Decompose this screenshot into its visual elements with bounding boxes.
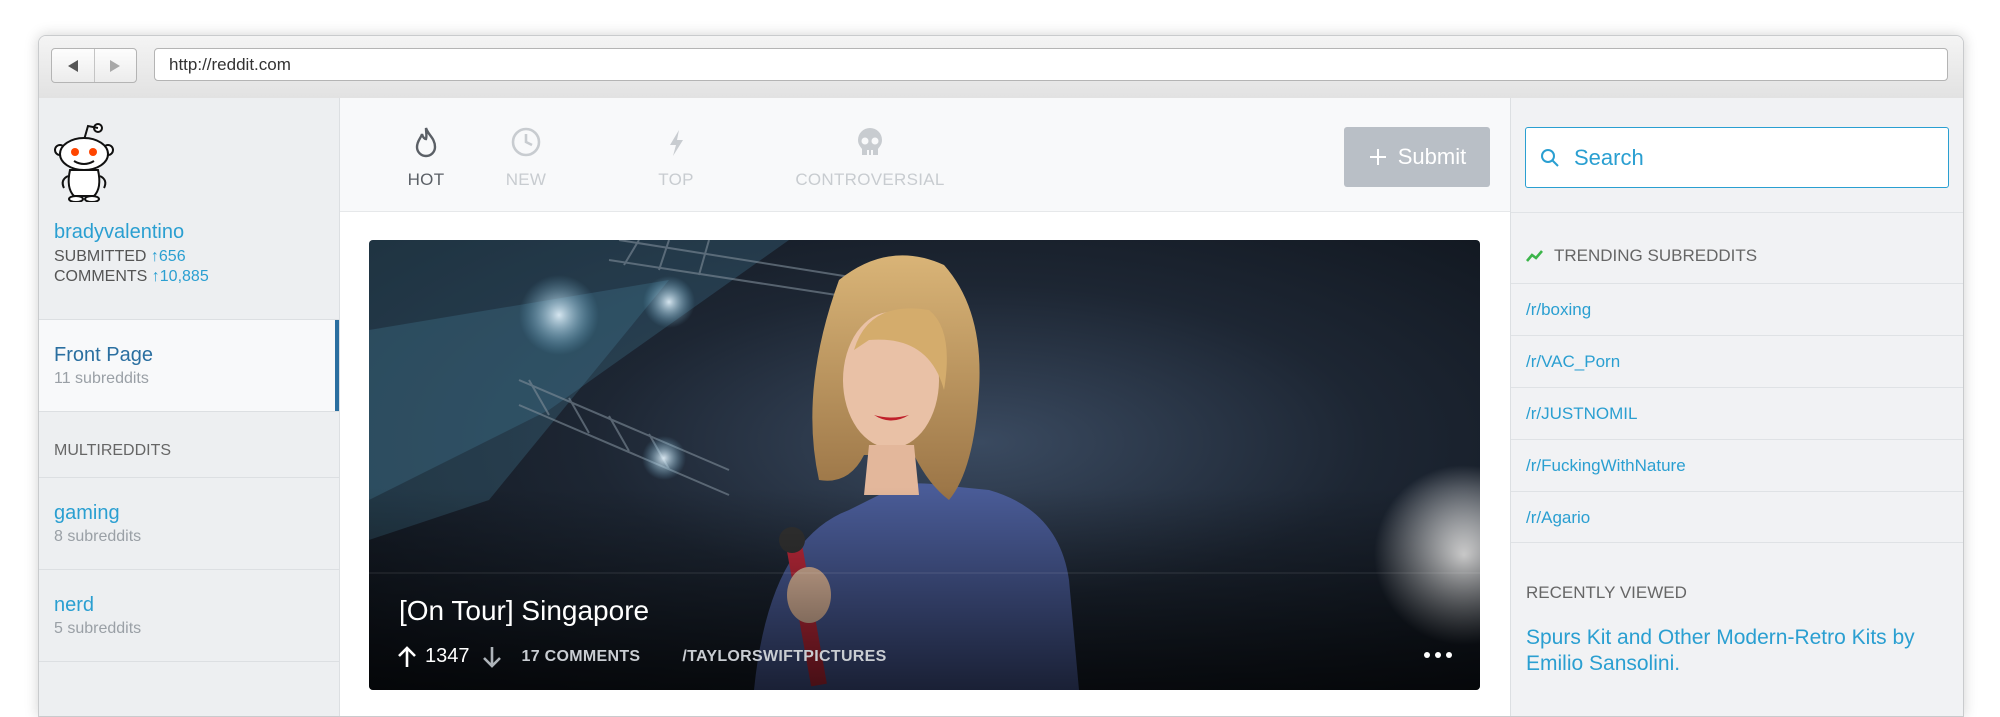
multireddits-heading: MULTIREDDITS: [39, 412, 339, 478]
user-profile: bradyvalentino SUBMITTED ↑656 COMMENTS ↑…: [39, 98, 339, 320]
comments-label: COMMENTS: [54, 268, 148, 285]
search-placeholder: Search: [1574, 144, 1644, 170]
sidebar-item-nerd[interactable]: nerd 5 subreddits: [39, 570, 339, 662]
trending-item-vac-porn[interactable]: /r/VAC_Porn: [1511, 335, 1963, 387]
submitted-karma: SUBMITTED ↑656: [54, 248, 324, 266]
submit-label: Submit: [1397, 144, 1467, 169]
post-title[interactable]: [On Tour] Singapore: [399, 595, 649, 627]
divider: [1511, 212, 1963, 213]
plus-icon: [1369, 149, 1386, 165]
post-meta: 1347 17 COMMENTS /TAYLORSWIFTPICTURES: [397, 645, 887, 668]
username-link[interactable]: bradyvalentino: [54, 221, 324, 244]
downvote-icon[interactable]: [482, 646, 502, 668]
flame-icon: [415, 127, 437, 158]
comments-value: 10,885: [159, 268, 209, 285]
forward-arrow-icon: [110, 59, 121, 72]
sidebar-item-label: nerd: [54, 594, 95, 616]
submitted-value: 656: [158, 248, 186, 265]
trending-label: TRENDING SUBREDDITS: [1554, 246, 1758, 265]
browser-toolbar: http://reddit.com: [39, 36, 1963, 99]
forward-button[interactable]: [93, 49, 137, 82]
up-arrow-icon: ↑: [151, 268, 160, 285]
sidebar-item-label: Front Page: [54, 344, 153, 366]
sidebar-item-count: 11 subreddits: [54, 370, 149, 387]
search-icon: [1541, 148, 1559, 167]
recently-viewed-item[interactable]: Spurs Kit and Other Modern-Retro Kits by…: [1526, 625, 1943, 677]
lightning-icon: [670, 130, 683, 156]
tab-controversial[interactable]: CONTROVERSIAL: [790, 124, 950, 190]
nav-buttons: [51, 48, 137, 83]
post-card[interactable]: [On Tour] Singapore 1347 17 COMMENTS /TA…: [369, 240, 1480, 690]
more-options-icon[interactable]: [1424, 652, 1452, 658]
upvote-icon[interactable]: [397, 645, 417, 668]
submit-button[interactable]: Submit: [1344, 127, 1490, 187]
reddit-alien-icon[interactable]: [54, 122, 114, 203]
subreddit-link[interactable]: /TAYLORSWIFTPICTURES: [682, 648, 886, 666]
tab-new[interactable]: NEW: [496, 124, 556, 190]
sidebar-item-count: 8 subreddits: [54, 528, 142, 545]
up-arrow-icon: ↑: [150, 248, 159, 265]
recently-viewed-heading: RECENTLY VIEWED: [1526, 583, 1687, 602]
sidebar-item-label: gaming: [54, 502, 120, 524]
sort-toolbar: HOT NEW TOP CONTROVERSIAL Submit: [340, 98, 1510, 212]
sidebar-item-front-page[interactable]: Front Page 11 subreddits: [39, 320, 339, 412]
tab-label: NEW: [505, 170, 547, 189]
back-button[interactable]: [52, 49, 94, 82]
comment-karma: COMMENTS ↑10,885: [54, 268, 324, 286]
left-sidebar: bradyvalentino SUBMITTED ↑656 COMMENTS ↑…: [39, 98, 340, 716]
tab-top[interactable]: TOP: [646, 124, 706, 190]
main-content: HOT NEW TOP CONTROVERSIAL Submit [On Tou…: [340, 98, 1510, 716]
back-arrow-icon: [67, 59, 78, 72]
trending-icon: [1526, 250, 1543, 262]
skull-icon: [858, 128, 882, 155]
tab-label: HOT: [407, 170, 445, 189]
trending-item-justnomil[interactable]: /r/JUSTNOMIL: [1511, 387, 1963, 439]
tab-label: CONTROVERSIAL: [795, 170, 945, 189]
trending-list: /r/boxing /r/VAC_Porn /r/JUSTNOMIL /r/Fu…: [1511, 283, 1963, 543]
trending-heading: TRENDING SUBREDDITS: [1526, 246, 1757, 266]
post-score: 1347: [425, 645, 470, 667]
address-bar[interactable]: http://reddit.com: [154, 48, 1948, 81]
right-sidebar: Search TRENDING SUBREDDITS /r/boxing /r/…: [1510, 98, 1963, 716]
submitted-label: SUBMITTED: [54, 248, 147, 265]
trending-item-fuckingwithnature[interactable]: /r/FuckingWithNature: [1511, 439, 1963, 491]
trending-item-agario[interactable]: /r/Agario: [1511, 491, 1963, 543]
sidebar-item-count: 5 subreddits: [54, 620, 142, 637]
tab-label: TOP: [658, 170, 694, 189]
search-input[interactable]: Search: [1525, 127, 1949, 188]
tab-hot[interactable]: HOT: [396, 124, 456, 190]
trending-item-boxing[interactable]: /r/boxing: [1511, 283, 1963, 335]
clock-icon: [511, 127, 541, 157]
sidebar-item-gaming[interactable]: gaming 8 subreddits: [39, 478, 339, 570]
browser-window: http://reddit.com bradyvalentino SUBMITT…: [38, 35, 1964, 717]
comments-link[interactable]: 17 COMMENTS: [522, 648, 641, 666]
